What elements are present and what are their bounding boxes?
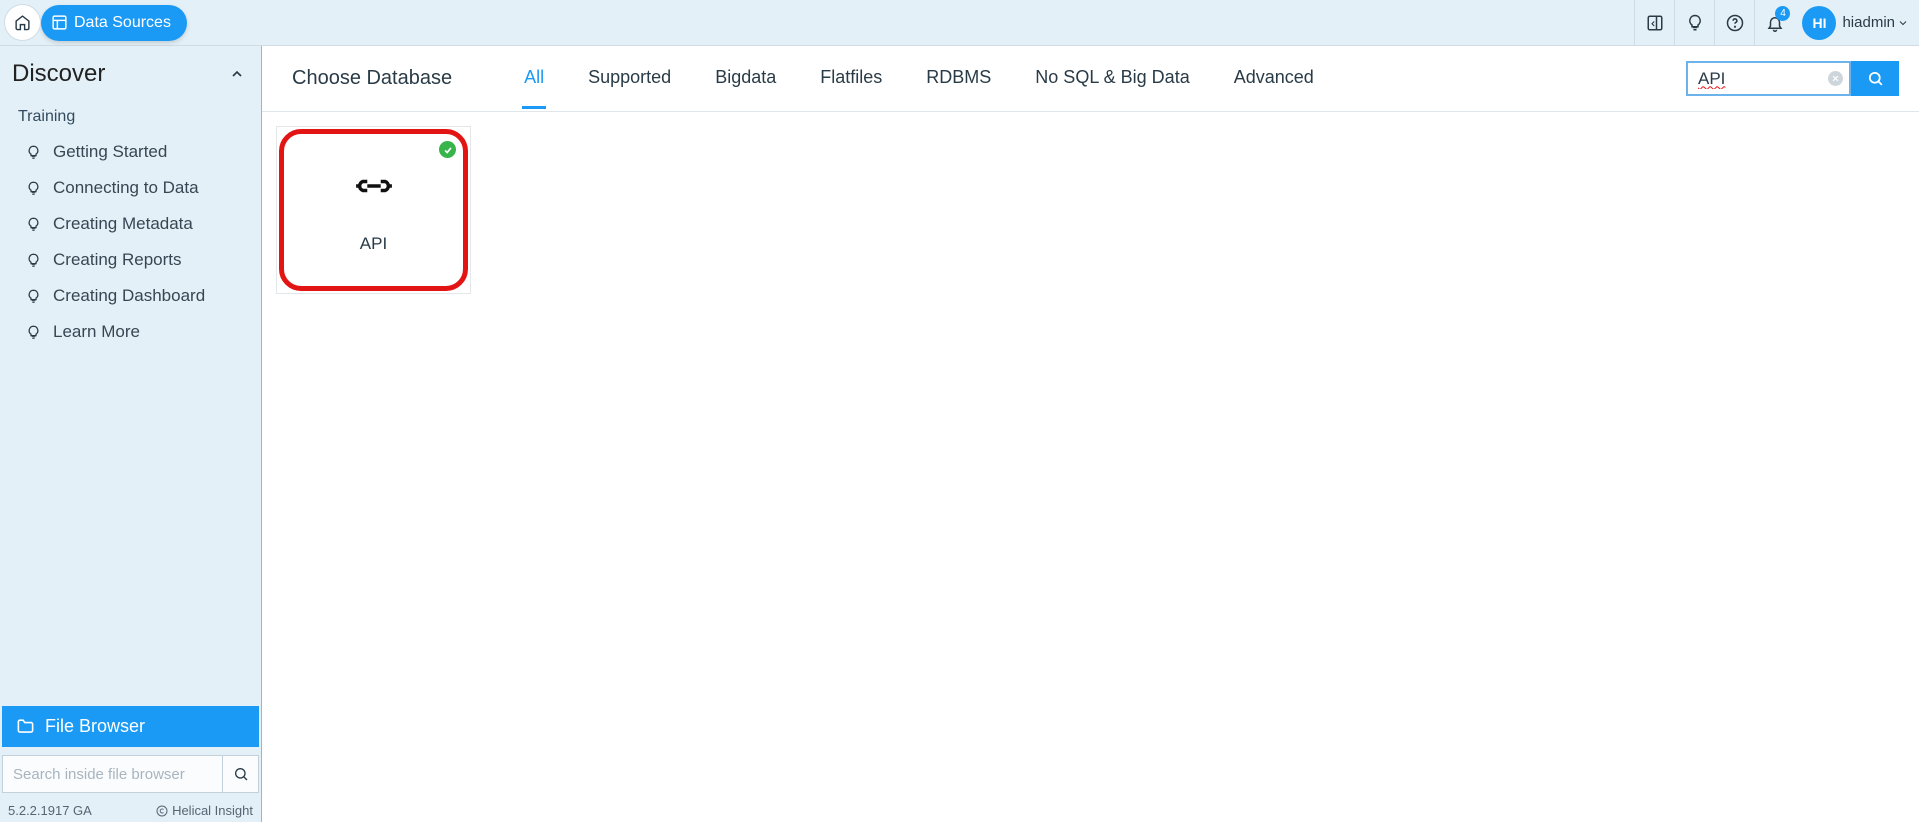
close-icon (1832, 75, 1839, 82)
breadcrumb: Data Sources (0, 0, 187, 45)
lightbulb-icon (26, 325, 41, 340)
file-search-input[interactable] (3, 756, 222, 792)
sidebar-item-creating-dashboard[interactable]: Creating Dashboard (0, 278, 261, 314)
help-button[interactable] (1714, 0, 1754, 46)
lightbulb-icon (1686, 14, 1704, 32)
avatar[interactable]: HI (1802, 6, 1836, 40)
home-icon (14, 14, 31, 31)
sidebar-item-label: Creating Metadata (53, 214, 193, 234)
check-icon (443, 145, 453, 155)
file-browser-label: File Browser (45, 716, 145, 737)
card-label: API (360, 234, 387, 254)
file-search (2, 755, 259, 793)
collapse-icon[interactable] (229, 66, 245, 82)
tabs: All Supported Bigdata Flatfiles RDBMS No… (522, 49, 1686, 109)
sidebar-item-label: Learn More (53, 322, 140, 342)
sidebar: Discover Training Getting Started Connec… (0, 46, 262, 822)
search-icon (233, 766, 249, 782)
verified-badge (439, 141, 456, 158)
subheader: Choose Database All Supported Bigdata Fl… (262, 46, 1919, 112)
tab-advanced[interactable]: Advanced (1232, 49, 1316, 109)
sidebar-item-creating-reports[interactable]: Creating Reports (0, 242, 261, 278)
sidebar-item-learn-more[interactable]: Learn More (0, 314, 261, 350)
copyright-icon (156, 805, 168, 817)
file-search-button[interactable] (222, 756, 258, 792)
main-layout: Discover Training Getting Started Connec… (0, 46, 1919, 822)
copyright: Helical Insight (156, 803, 253, 818)
search-area (1686, 61, 1899, 96)
breadcrumb-current[interactable]: Data Sources (41, 5, 187, 41)
topbar-actions: 4 HI hiadmin (1634, 0, 1919, 45)
panel-icon (1646, 14, 1664, 32)
search-box (1686, 61, 1851, 96)
lightbulb-icon (26, 145, 41, 160)
sidebar-item-label: Creating Reports (53, 250, 182, 270)
sidebar-item-label: Creating Dashboard (53, 286, 205, 306)
lightbulb-icon (26, 289, 41, 304)
sidebar-item-label: Getting Started (53, 142, 167, 162)
content-area: Choose Database All Supported Bigdata Fl… (262, 46, 1919, 822)
top-bar: Data Sources 4 HI hiadmin (0, 0, 1919, 46)
datasource-icon (51, 14, 68, 31)
tips-button[interactable] (1674, 0, 1714, 46)
panel-toggle-button[interactable] (1634, 0, 1674, 46)
datasource-card-api[interactable]: API (276, 126, 471, 294)
sidebar-item-creating-metadata[interactable]: Creating Metadata (0, 206, 261, 242)
sidebar-footer: 5.2.2.1917 GA Helical Insight (0, 799, 261, 822)
chevron-down-icon (1897, 17, 1909, 29)
help-icon (1726, 14, 1744, 32)
clear-search-button[interactable] (1828, 71, 1843, 86)
lightbulb-icon (26, 181, 41, 196)
tab-supported[interactable]: Supported (586, 49, 673, 109)
lightbulb-icon (26, 253, 41, 268)
notifications-button[interactable]: 4 (1754, 0, 1794, 46)
tab-bigdata[interactable]: Bigdata (713, 49, 778, 109)
folder-icon (16, 717, 35, 736)
lightbulb-icon (26, 217, 41, 232)
api-icon (355, 167, 393, 210)
notification-badge: 4 (1775, 6, 1790, 21)
search-icon (1867, 70, 1884, 87)
cards-grid: API (262, 112, 1919, 308)
sidebar-title: Discover (12, 60, 105, 88)
search-button[interactable] (1851, 61, 1899, 96)
sidebar-section-label: Training (0, 98, 261, 134)
sidebar-item-getting-started[interactable]: Getting Started (0, 134, 261, 170)
sidebar-item-label: Connecting to Data (53, 178, 199, 198)
page-title: Choose Database (292, 67, 452, 90)
username-label: hiadmin (1842, 14, 1895, 31)
tab-nosql-bigdata[interactable]: No SQL & Big Data (1033, 49, 1191, 109)
copyright-label: Helical Insight (172, 803, 253, 818)
file-browser-button[interactable]: File Browser (2, 706, 259, 747)
search-input[interactable] (1688, 69, 1849, 89)
version-label: 5.2.2.1917 GA (8, 803, 92, 818)
tab-flatfiles[interactable]: Flatfiles (818, 49, 884, 109)
sidebar-items: Getting Started Connecting to Data Creat… (0, 134, 261, 350)
sidebar-header: Discover (0, 46, 261, 98)
tab-rdbms[interactable]: RDBMS (924, 49, 993, 109)
home-button[interactable] (4, 4, 41, 41)
user-menu[interactable]: hiadmin (1836, 14, 1919, 31)
breadcrumb-label: Data Sources (74, 14, 171, 32)
sidebar-item-connecting-data[interactable]: Connecting to Data (0, 170, 261, 206)
tab-all[interactable]: All (522, 49, 546, 109)
